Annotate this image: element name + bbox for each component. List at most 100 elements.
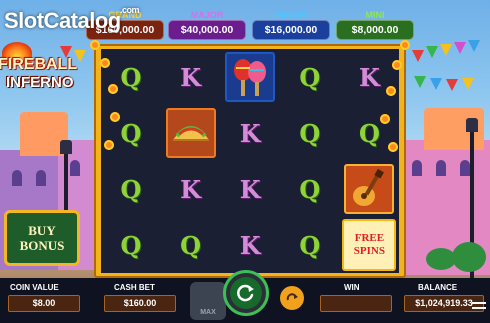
reel-symbol-guitar [341,162,397,216]
jackpot-value: $8,000.00 [336,20,414,40]
bunting-flag [412,50,424,62]
symbol-letter: Q [358,118,380,148]
jackpot-label: MINI [365,10,385,20]
marigold [100,58,110,68]
marigold [110,112,120,122]
marigold [392,60,402,70]
coin-value-field[interactable]: $8.00 [8,295,80,312]
bunting-flag [468,40,480,52]
reel-symbol-maracas [222,50,278,104]
window [70,160,80,176]
jackpot-minor: MINOR $16,000.00 [252,10,330,40]
lamp-head [60,140,72,154]
window [412,160,422,176]
buy-bonus-line2: BONUS [19,238,65,253]
marigold [400,40,410,50]
cash-bet-field[interactable]: $160.00 [104,295,176,312]
bunting-flag [414,76,426,88]
menu-icon[interactable] [472,302,486,314]
reel-grid: Q K Q K Q K Q Q Q K K Q Q Q K Q FREE SPINS [101,49,399,273]
autoplay-button[interactable] [280,286,304,310]
symbol-letter: Q [299,118,321,148]
reel-symbol-q: Q [282,106,338,160]
guitar-icon [344,164,395,214]
reel-symbol-q: Q [341,106,397,160]
jackpot-label: MAJOR [190,10,224,20]
balance-label: BALANCE [418,283,458,292]
reel-symbol-q: Q [103,218,159,272]
symbol-letter: K [239,230,261,260]
marigold [388,142,398,152]
site-logo-suffix: .com [120,5,140,15]
free-spins-tile: FREE SPINS [342,219,397,271]
free-spins-text: FREE SPINS [353,232,385,257]
symbol-letter: Q [120,230,142,260]
marigold [104,140,114,150]
maracas-icon [225,52,276,102]
autoplay-icon [286,293,298,301]
buy-bonus-line1: BUY [28,223,56,238]
symbol-letter: Q [180,230,202,260]
symbol-letter: K [180,174,202,204]
reel-symbol-q: Q [282,50,338,104]
symbol-letter: K [239,174,261,204]
jackpot-value: $40,000.00 [168,20,246,40]
bush [452,242,486,272]
symbol-letter: K [180,62,202,92]
symbol-letter: K [239,118,261,148]
reel-symbol-q: Q [103,162,159,216]
jackpot-major: MAJOR $40,000.00 [168,10,246,40]
marigold [380,114,390,124]
jackpot-value: $16,000.00 [252,20,330,40]
symbol-letter: Q [120,62,142,92]
bunting-flag [440,44,452,56]
bunting-flag [446,79,458,91]
symbol-letter: Q [120,118,142,148]
lamp-head [466,118,478,132]
reel-symbol-q: Q [282,162,338,216]
taco-icon [165,108,216,158]
window [436,160,446,176]
reel-symbol-k: K [163,162,219,216]
game-logo-line1: FIREBALL [0,56,78,73]
bunting-flag [426,46,438,58]
symbol-letter: Q [299,174,321,204]
max-bet-label: MAX [200,309,216,316]
cash-bet-label: CASH BET [114,283,155,292]
reel-symbol-free-spins: FREE SPINS [341,218,397,272]
street-lamp [64,150,68,210]
reel-symbol-k: K [222,106,278,160]
reel-symbol-q: Q [163,218,219,272]
reel-symbol-q: Q [282,218,338,272]
window [460,160,470,176]
symbol-letter: Q [299,62,321,92]
marigold [108,84,118,94]
game-logo: FIREBALL INFERNO [0,42,84,102]
bunting-flag [462,78,474,90]
spin-icon [230,277,262,309]
window [12,170,22,186]
win-field [320,295,392,312]
marigold [386,86,396,96]
bunting-flag [454,42,466,54]
reel-symbol-k: K [163,50,219,104]
win-label: WIN [344,283,360,292]
jackpot-mini: MINI $8,000.00 [336,10,414,40]
spin-button[interactable] [223,270,269,316]
window [36,170,46,186]
coin-value-label: COIN VALUE [10,283,59,292]
max-bet-button[interactable]: MAX [190,282,226,320]
bunting-flag [430,78,442,90]
site-logo-text: SlotCatalog [4,8,121,33]
marigold [90,40,100,50]
game-logo-line2: INFERNO [6,74,74,91]
jackpot-label: MINOR [276,10,306,20]
reel-symbol-q: Q [103,50,159,104]
site-logo: SlotCatalog .com [4,5,140,34]
reel-symbol-k: K [222,218,278,272]
reel-symbol-taco [163,106,219,160]
symbol-letter: K [358,62,380,92]
symbol-letter: Q [299,230,321,260]
buy-bonus-button[interactable]: BUY BONUS [4,210,80,266]
reel-symbol-k: K [222,162,278,216]
